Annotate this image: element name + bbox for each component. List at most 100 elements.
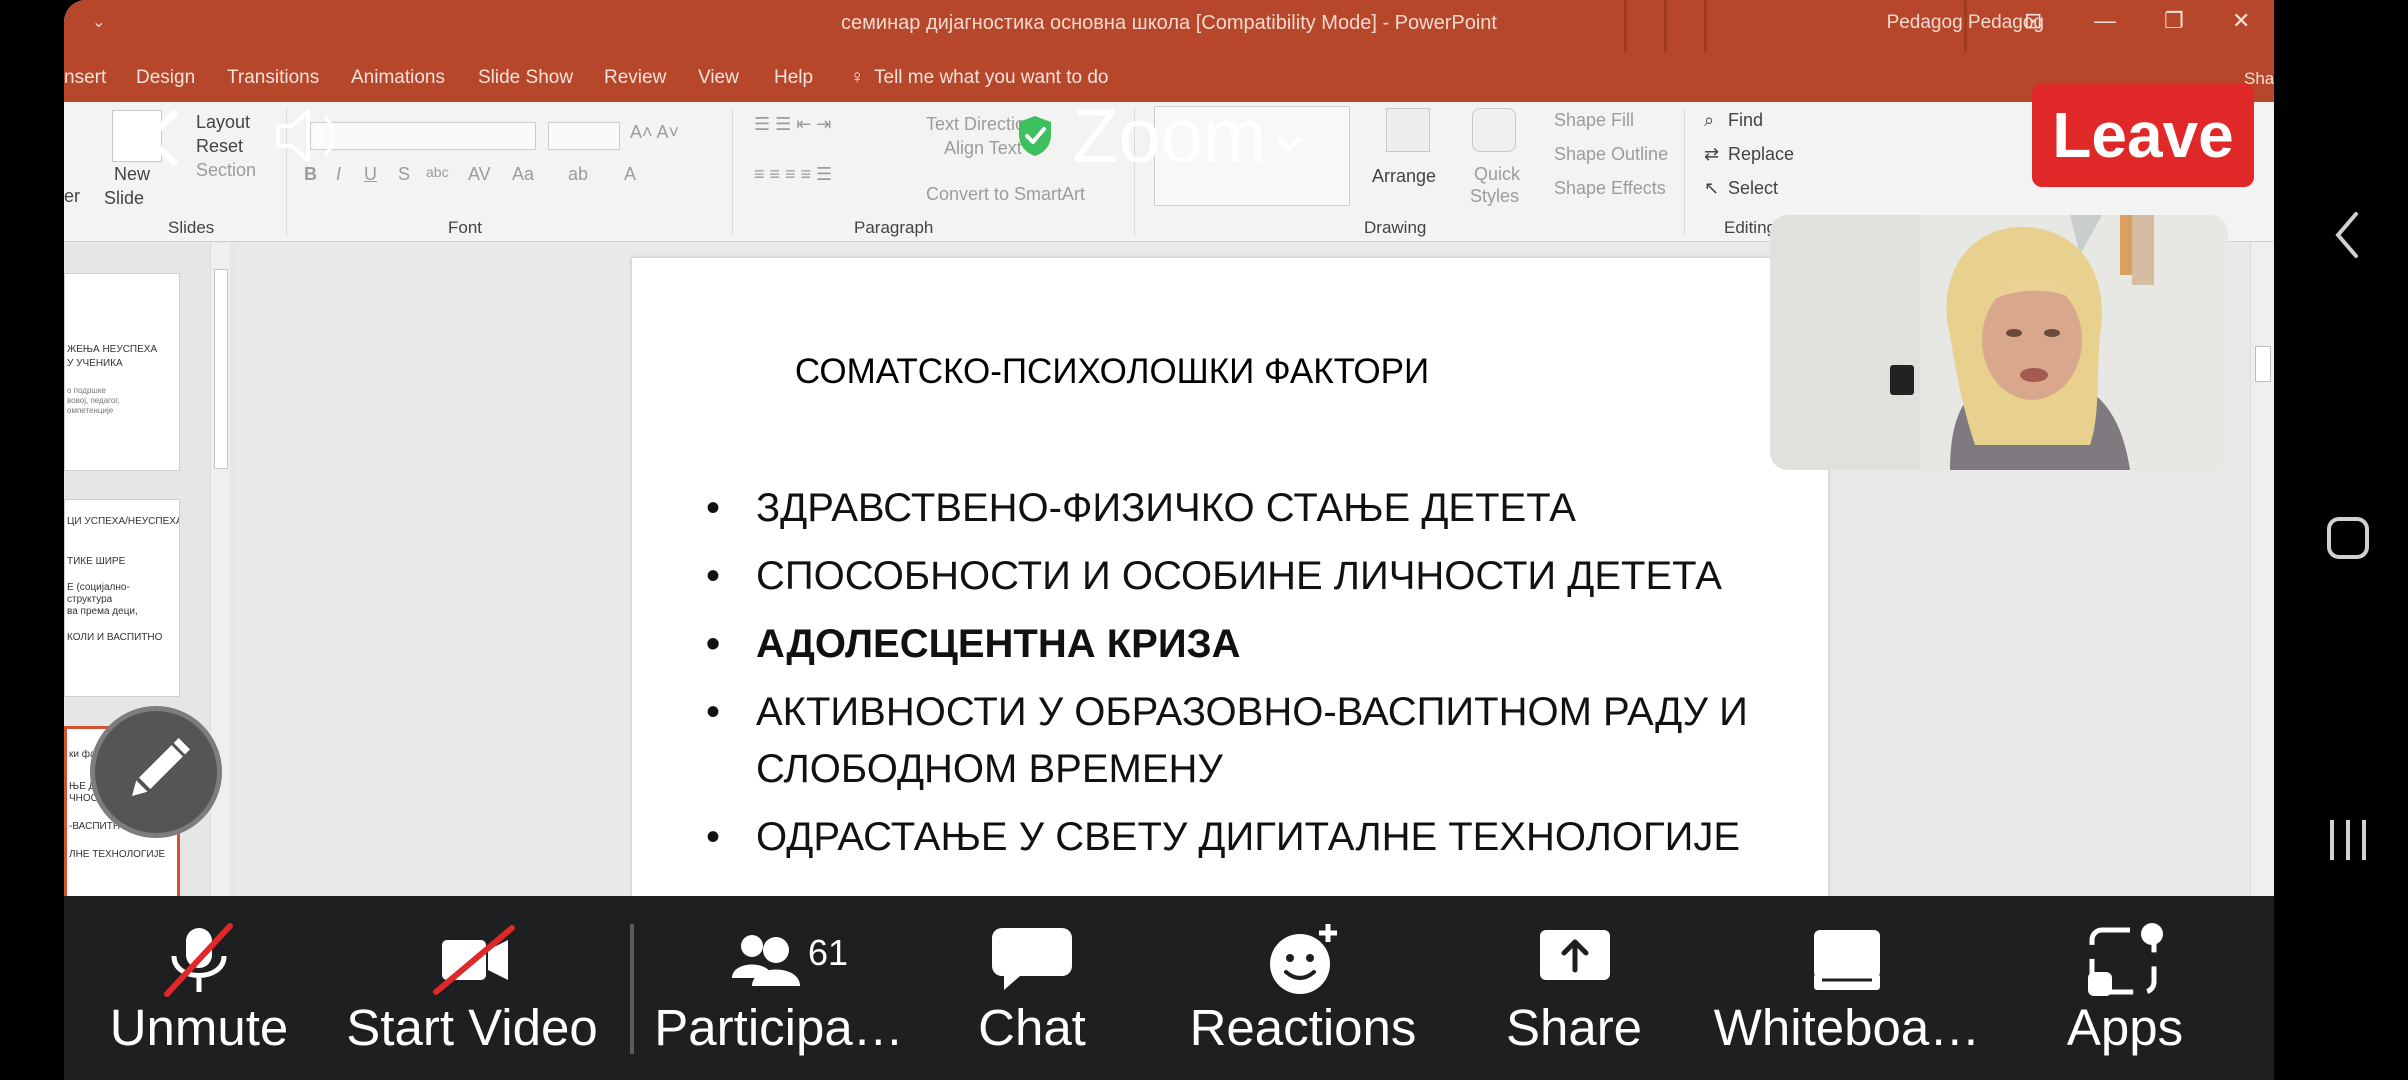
apps-grid-icon <box>2088 923 2163 996</box>
speaker-icon[interactable] <box>274 106 344 166</box>
group-label-paragraph: Paragraph <box>854 218 934 237</box>
italic-icon[interactable]: I <box>336 164 341 185</box>
whiteboard-label: Whiteboa… <box>1713 999 1981 1056</box>
convert-smartart-button[interactable]: Convert to SmartArt <box>926 184 1085 205</box>
slide-bullet: АКТИВНОСТИ У ОБРАЗОВНО-ВАСПИТНОМ РАДУ И … <box>706 684 1766 798</box>
unmute-button[interactable]: Unmute <box>64 896 334 1080</box>
participants-icon <box>732 935 800 986</box>
annotate-pencil-button[interactable] <box>90 706 222 838</box>
thumb-text: ТИКЕ ШИРЕ <box>67 556 126 567</box>
shape-outline-button[interactable]: Shape Outline <box>1554 144 1668 165</box>
apps-button[interactable]: Apps <box>2002 896 2248 1080</box>
participant-video[interactable] <box>1770 215 2228 470</box>
share-button[interactable]: Share <box>1456 896 1692 1080</box>
participant-count: 61 <box>808 932 849 973</box>
back-arrow-icon[interactable] <box>140 108 180 168</box>
quick-styles-icon[interactable] <box>1472 108 1516 152</box>
thumb-text: КОЛИ И ВАСПИТНО <box>67 632 163 643</box>
home-icon[interactable] <box>2326 516 2370 565</box>
account-name[interactable]: Pedagog Pedagog <box>1887 12 2044 34</box>
font-color-icon[interactable]: A <box>624 164 636 185</box>
find-button[interactable]: Find <box>1728 110 1763 131</box>
tab-insert[interactable]: nsert <box>64 67 106 89</box>
reactions-button[interactable]: Reactions <box>1150 896 1456 1080</box>
group-label-slides: Slides <box>168 218 215 237</box>
slide-bullet: СПОСОБНОСТИ И ОСОБИНЕ ЛИЧНОСТИ ДЕТЕТА <box>706 548 1766 605</box>
minimize-icon[interactable]: — <box>2094 8 2116 34</box>
slide-bullet: ЗДРАВСТВЕНО-ФИЗИЧКО СТАЊЕ ДЕТЕТА <box>706 480 1766 537</box>
tab-design[interactable]: Design <box>136 67 195 89</box>
thumb-text: ЛНЕ ТЕХНОЛОГИЈЕ <box>69 849 166 860</box>
android-navigation-bar <box>2274 0 2408 1080</box>
close-icon[interactable]: ✕ <box>2232 8 2250 34</box>
select-icon: ↖ <box>1704 178 1720 198</box>
tab-help[interactable]: Help <box>774 67 813 89</box>
change-case-icon[interactable]: Aa <box>512 164 534 185</box>
text-shadow-icon[interactable]: S <box>398 164 410 185</box>
thumb-text: У УЧЕНИКА <box>67 358 123 369</box>
slide-scrollbar[interactable] <box>2250 242 2274 900</box>
start-video-button[interactable]: Start Video <box>334 896 610 1080</box>
select-button[interactable]: Select <box>1728 178 1778 199</box>
reset-button[interactable]: Reset <box>196 136 243 157</box>
thumb-text: вовој, педагог, <box>67 396 120 405</box>
align-icons[interactable]: ≡ ≡ ≡ ≡ ☰ <box>754 164 832 185</box>
whiteboard-icon <box>1814 930 1880 990</box>
shape-fill-button[interactable]: Shape Fill <box>1554 110 1634 131</box>
thumb-text: структура <box>67 594 113 605</box>
side-panel-chevron-icon[interactable] <box>2332 210 2362 265</box>
share-screen-icon <box>1540 930 1610 980</box>
slide-canvas[interactable]: СОМАТСКО-ПСИХОЛОШКИ ФАКТОРИ ЗДРАВСТВЕНО-… <box>632 258 1828 903</box>
underline-icon[interactable]: U <box>364 164 377 185</box>
slide-bullet: ОДРАСТАЊЕ У СВЕТУ ДИГИТАЛНЕ ТЕХНОЛОГИЈЕ <box>706 809 1766 866</box>
restore-icon[interactable]: ❐ <box>2164 8 2184 34</box>
quick-styles-label-2[interactable]: Styles <box>1470 186 1519 207</box>
tab-animations[interactable]: Animations <box>351 67 445 89</box>
tell-me-search[interactable]: Tell me what you want to do <box>874 67 1108 89</box>
tab-transitions[interactable]: Transitions <box>227 67 319 89</box>
encryption-shield-icon <box>1019 116 1051 156</box>
tab-review[interactable]: Review <box>604 67 666 89</box>
video-off-icon <box>433 925 515 995</box>
arrange-icon[interactable] <box>1386 108 1430 152</box>
align-text-button[interactable]: Align Text <box>944 138 1022 159</box>
bullets-icon[interactable]: ☰ ☰ ⇤ ⇥ <box>754 114 831 135</box>
character-spacing-icon[interactable]: AV <box>468 164 491 185</box>
ribbon-display-icon[interactable]: ⊡ <box>2024 8 2042 34</box>
replace-button[interactable]: Replace <box>1728 144 1794 165</box>
muted-microphone-icon <box>164 923 233 997</box>
participants-button[interactable]: 61 Participa… <box>644 896 914 1080</box>
leave-button[interactable]: Leave <box>2032 83 2254 187</box>
zoom-meeting-title[interactable]: Zoom <box>1016 94 1302 179</box>
strikethrough-icon[interactable]: abc <box>426 164 449 180</box>
thumb-text: о подршке <box>67 386 106 395</box>
new-slide-label-2[interactable]: Slide <box>104 188 144 209</box>
meeting-toolbar: Unmute Start Video 61 Participa… Chat Re… <box>64 896 2274 1080</box>
apps-label: Apps <box>2066 999 2184 1056</box>
thumb-text: Е (социјално- <box>67 582 130 593</box>
slide-thumbnail[interactable]: ЖЕЊА НЕУСПЕХА У УЧЕНИКА о подршке вовој,… <box>64 273 180 471</box>
chat-button[interactable]: Chat <box>914 896 1150 1080</box>
thumb-text: ва према деци, <box>67 606 138 617</box>
arrange-button[interactable]: Arrange <box>1372 166 1436 187</box>
group-label-drawing: Drawing <box>1364 218 1427 237</box>
thumb-text: ЖЕЊА НЕУСПЕХА <box>67 344 158 355</box>
find-icon: ⌕ <box>1704 110 1715 130</box>
bold-icon[interactable]: B <box>304 164 317 185</box>
shape-effects-button[interactable]: Shape Effects <box>1554 178 1666 199</box>
chat-label: Chat <box>978 999 1086 1056</box>
slide-bullet-bold: АДОЛЕСЦЕНТНА КРИЗА <box>706 616 1766 673</box>
ribbon-fragment: er <box>64 186 81 206</box>
quick-styles-label[interactable]: Quick <box>1474 164 1520 185</box>
font-size-up-icon[interactable]: A˄ A˅ <box>630 122 679 143</box>
slide-thumbnail[interactable]: ЦИ УСПЕХА/НЕУСПЕХА У ТИКЕ ШИРЕ Е (соција… <box>64 499 180 697</box>
unmute-label: Unmute <box>109 999 289 1056</box>
tab-slide-show[interactable]: Slide Show <box>478 67 573 89</box>
whiteboard-button[interactable]: Whiteboa… <box>1692 896 2002 1080</box>
section-button[interactable]: Section <box>196 160 256 181</box>
tab-view[interactable]: View <box>698 67 739 89</box>
slide-bullet-list: ЗДРАВСТВЕНО-ФИЗИЧКО СТАЊЕ ДЕТЕТА СПОСОБН… <box>706 480 1766 877</box>
recents-icon[interactable] <box>2326 818 2370 867</box>
highlight-icon[interactable]: ab <box>568 164 588 185</box>
layout-button[interactable]: Layout <box>196 112 250 133</box>
